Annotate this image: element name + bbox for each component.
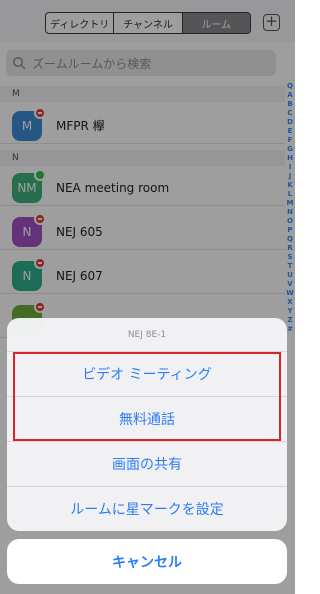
cancel-button[interactable]: キャンセル	[7, 539, 287, 584]
share-screen-button[interactable]: 画面の共有	[7, 442, 287, 487]
video-meeting-button[interactable]: ビデオ ミーティング	[7, 352, 287, 397]
free-call-button[interactable]: 無料通話	[7, 397, 287, 442]
star-room-button[interactable]: ルームに星マークを設定	[7, 487, 287, 531]
action-sheet-title: NEJ 8E-1	[7, 318, 287, 352]
action-sheet: NEJ 8E-1 ビデオ ミーティング 無料通話 画面の共有 ルームに星マークを…	[7, 318, 287, 531]
